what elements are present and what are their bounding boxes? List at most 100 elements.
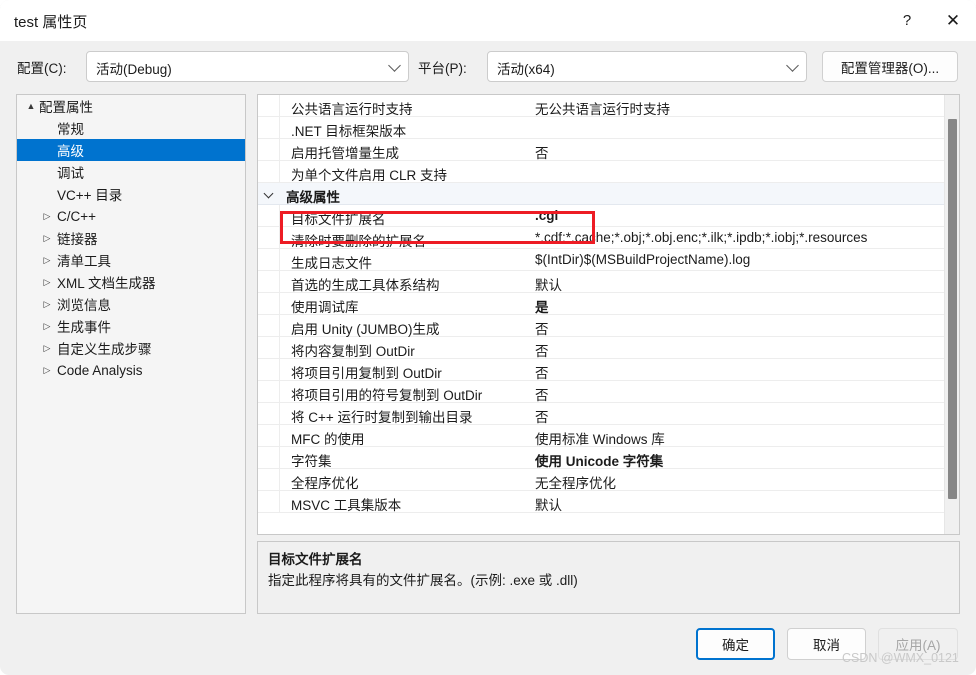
property-value[interactable]: 否 <box>535 384 940 404</box>
property-value[interactable]: 否 <box>535 142 940 162</box>
tree-item[interactable]: ▷ 浏览信息 <box>17 293 245 315</box>
tree-item[interactable]: VC++ 目录 <box>17 183 245 205</box>
expander-closed-icon[interactable]: ▷ <box>39 227 55 249</box>
expander-closed-icon[interactable]: ▷ <box>39 359 55 381</box>
property-row[interactable]: 目标文件扩展名 .cgi <box>258 205 944 227</box>
property-name: 高级属性 <box>286 190 340 205</box>
tree-item-label: C/C++ <box>57 208 97 224</box>
tree-item[interactable]: ▷ 生成事件 <box>17 315 245 337</box>
property-value[interactable]: 否 <box>535 318 940 338</box>
tree-item[interactable]: ▷ XML 文档生成器 <box>17 271 245 293</box>
property-row[interactable]: 清除时要删除的扩展名 *.cdf;*.cache;*.obj;*.obj.enc;… <box>258 227 944 249</box>
property-row[interactable]: 为单个文件启用 CLR 支持 <box>258 161 944 183</box>
property-row[interactable]: 首选的生成工具体系结构 默认 <box>258 271 944 293</box>
ok-button[interactable]: 确定 <box>696 628 775 660</box>
row-gutter <box>258 359 280 380</box>
property-row[interactable]: 字符集 使用 Unicode 字符集 <box>258 447 944 469</box>
configuration-strip: 配置(C): 活动(Debug) 平台(P): 活动(x64) 配置管理器(O)… <box>0 41 976 92</box>
tree-item-label: 链接器 <box>57 232 98 247</box>
property-group-header[interactable]: 高级属性 <box>258 183 944 205</box>
property-row[interactable]: 将 C++ 运行时复制到输出目录 否 <box>258 403 944 425</box>
property-row[interactable]: MSVC 工具集版本 默认 <box>258 491 944 513</box>
configuration-manager-button[interactable]: 配置管理器(O)... <box>822 51 958 82</box>
property-row[interactable]: MFC 的使用 使用标准 Windows 库 <box>258 425 944 447</box>
property-value[interactable]: 是 <box>535 296 940 316</box>
expander-closed-icon[interactable]: ▷ <box>39 293 55 315</box>
configuration-label: 配置(C): <box>17 61 67 76</box>
row-gutter <box>258 381 280 402</box>
tree-item[interactable]: ▷ Code Analysis <box>17 359 245 381</box>
property-value[interactable]: 默认 <box>535 274 940 294</box>
tree-item[interactable]: ▷ 清单工具 <box>17 249 245 271</box>
property-name: 字符集 <box>291 454 332 469</box>
tree-item-label: 清单工具 <box>57 254 111 269</box>
chevron-down-icon <box>388 59 401 72</box>
tree-item-label: 配置属性 <box>39 100 93 115</box>
property-grid-rows: 公共语言运行时支持 无公共语言运行时支持 .NET 目标框架版本 启用托管增量生成否为… <box>258 95 944 513</box>
property-row[interactable]: 使用调试库 是 <box>258 293 944 315</box>
expander-closed-icon[interactable]: ▷ <box>39 205 55 227</box>
expander-closed-icon[interactable]: ▷ <box>39 315 55 337</box>
tree-item[interactable]: 常规 <box>17 117 245 139</box>
row-gutter <box>258 249 280 270</box>
platform-select[interactable]: 活动(x64) <box>487 51 807 82</box>
tree-item[interactable]: ▷ C/C++ <box>17 205 245 227</box>
tree-item-label: 高级 <box>57 144 84 159</box>
property-value[interactable]: 无公共语言运行时支持 <box>535 98 940 118</box>
expander-open-icon[interactable]: ▲ <box>23 95 39 117</box>
property-value[interactable]: *.cdf;*.cache;*.obj;*.obj.enc;*.ilk;*.ip… <box>535 230 940 245</box>
expander-closed-icon[interactable]: ▷ <box>39 249 55 271</box>
scrollbar-thumb[interactable] <box>948 119 957 499</box>
tree-item-label: 常规 <box>57 122 84 137</box>
property-value[interactable]: 无全程序优化 <box>535 472 940 492</box>
property-value[interactable]: 使用 Unicode 字符集 <box>535 450 940 470</box>
property-value[interactable]: .cgi <box>535 208 940 223</box>
property-name: 首选的生成工具体系结构 <box>291 278 440 293</box>
property-row[interactable]: 将项目引用复制到 OutDir 否 <box>258 359 944 381</box>
row-gutter <box>258 205 280 226</box>
property-grid[interactable]: 公共语言运行时支持 无公共语言运行时支持 .NET 目标框架版本 启用托管增量生成否为… <box>257 94 960 535</box>
row-gutter <box>258 403 280 424</box>
property-grid-scrollbar[interactable] <box>944 95 959 534</box>
tree-item[interactable]: ▲ 配置属性 <box>17 95 245 117</box>
tree-item[interactable]: 调试 <box>17 161 245 183</box>
property-row[interactable]: 全程序优化 无全程序优化 <box>258 469 944 491</box>
property-value[interactable]: 否 <box>535 406 940 426</box>
property-name: .NET 目标框架版本 <box>291 124 407 139</box>
property-name: MSVC 工具集版本 <box>291 498 402 513</box>
configuration-tree[interactable]: ▲ 配置属性 常规 高级 调试 VC++ 目录 ▷ C/C++ ▷ 链接器 ▷ 清单工具 ▷ XML 文档… <box>16 94 246 614</box>
property-value[interactable]: 默认 <box>535 494 940 514</box>
watermark: CSDN @WMX_0121 <box>842 651 959 665</box>
property-row[interactable]: 生成日志文件 $(IntDir)$(MSBuildProjectName).log <box>258 249 944 271</box>
property-name: 全程序优化 <box>291 476 359 491</box>
platform-label: 平台(P): <box>418 61 467 76</box>
expander-closed-icon[interactable]: ▷ <box>39 271 55 293</box>
tree-item[interactable]: ▷ 自定义生成步骤 <box>17 337 245 359</box>
property-value[interactable]: 否 <box>535 362 940 382</box>
property-row[interactable]: 启用托管增量生成 否 <box>258 139 944 161</box>
property-name: 启用 Unity (JUMBO)生成 <box>291 322 440 337</box>
property-row[interactable]: 将项目引用的符号复制到 OutDir 否 <box>258 381 944 403</box>
close-icon[interactable]: ✕ <box>930 0 976 41</box>
property-value[interactable]: $(IntDir)$(MSBuildProjectName).log <box>535 252 940 267</box>
expander-closed-icon[interactable]: ▷ <box>39 337 55 359</box>
property-name: 使用调试库 <box>291 300 359 315</box>
tree-item[interactable]: 高级 <box>17 139 245 161</box>
property-name: 公共语言运行时支持 <box>291 102 413 117</box>
property-value[interactable]: 否 <box>535 340 940 360</box>
property-value[interactable]: 使用标准 Windows 库 <box>535 428 940 448</box>
property-name: 生成日志文件 <box>291 256 372 271</box>
help-icon[interactable]: ? <box>884 0 930 41</box>
configuration-select[interactable]: 活动(Debug) <box>86 51 409 82</box>
property-row[interactable]: 公共语言运行时支持 无公共语言运行时支持 <box>258 95 944 117</box>
row-gutter <box>258 337 280 358</box>
tree-item[interactable]: ▷ 链接器 <box>17 227 245 249</box>
property-row[interactable]: .NET 目标框架版本 <box>258 117 944 139</box>
page-title: test 属性页 <box>14 14 88 31</box>
property-row[interactable]: 启用 Unity (JUMBO)生成 否 <box>258 315 944 337</box>
tree-item-label: 生成事件 <box>57 320 111 335</box>
property-name: 启用托管增量生成 <box>291 146 399 161</box>
property-row[interactable]: 将内容复制到 OutDir 否 <box>258 337 944 359</box>
